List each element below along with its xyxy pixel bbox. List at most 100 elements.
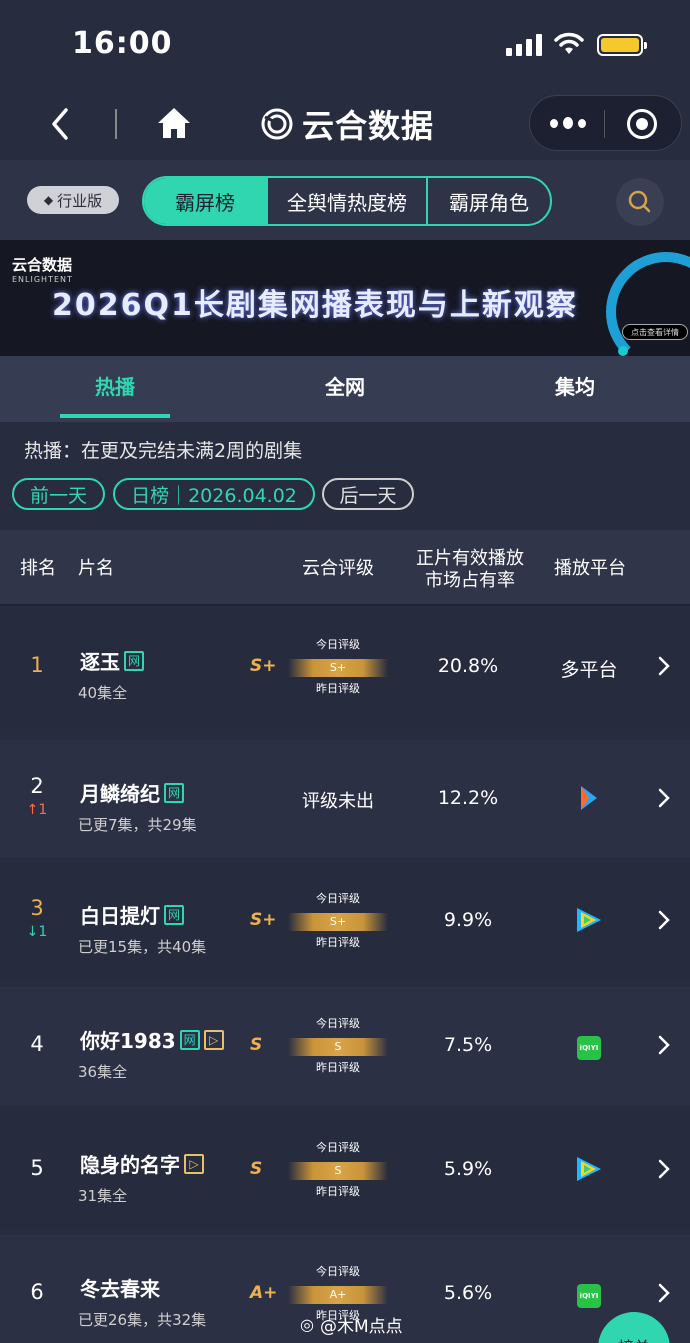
- rank-number: 2: [30, 774, 44, 798]
- home-icon[interactable]: [155, 104, 193, 142]
- exclusive-play-icon: ▷: [203, 1029, 224, 1050]
- chevron-right-icon[interactable]: [654, 786, 674, 810]
- ranking-description: 热播：在更及完结未满2周的剧集: [24, 440, 303, 462]
- drama-title-text: 冬去春来: [80, 1277, 160, 1301]
- chevron-right-icon[interactable]: [654, 1281, 674, 1305]
- yunhe-logo-icon: [261, 108, 293, 140]
- chevron-right-icon[interactable]: [654, 1033, 674, 1057]
- rating-grade: S: [250, 1035, 263, 1055]
- rating-bar: S+: [288, 913, 388, 931]
- yesterday-rating-label: 昨日评级: [316, 936, 360, 949]
- chevron-right-icon[interactable]: [654, 1157, 674, 1181]
- tencent-video-icon: [545, 1155, 633, 1188]
- nav-bar: 云合数据: [0, 88, 690, 160]
- yesterday-rating-label: 昨日评级: [316, 682, 360, 695]
- today-rating-label: 今日评级: [316, 1141, 360, 1154]
- table-row[interactable]: 4 你好1983 网 ▷ 36集全 S 今日评级 S 昨日评级 7.5% iQIYI: [0, 987, 690, 1105]
- rating-gauge: 今日评级 S 昨日评级: [288, 1139, 388, 1201]
- drama-title: 逐玉网: [80, 646, 144, 675]
- next-day-button[interactable]: 后一天: [322, 478, 414, 510]
- drama-title: 你好1983 网 ▷: [80, 1025, 224, 1054]
- banner-title: 2026Q1长剧集网播表现与上新观察: [52, 288, 578, 323]
- rating-grade: S+: [250, 656, 277, 676]
- tab-all-network[interactable]: 全网: [230, 356, 460, 422]
- yesterday-rating-label: 昨日评级: [316, 1061, 360, 1074]
- header-rank: 排名: [20, 558, 56, 579]
- rank-number: 4: [30, 1032, 44, 1056]
- prev-day-button[interactable]: 前一天: [12, 478, 105, 510]
- tab-per-episode[interactable]: 集均: [460, 356, 690, 422]
- segment-dominant-role[interactable]: 霸屏角色: [428, 178, 550, 224]
- weibo-watermark: ◎ @木M点点: [300, 1315, 403, 1337]
- chevron-right-icon[interactable]: [654, 654, 674, 678]
- banner-dot: [618, 346, 628, 356]
- table-row[interactable]: 3 ↓1 白日提灯网已更15集，共40集 S+ 今日评级 S+ 昨日评级 9.9%: [0, 862, 690, 980]
- market-share-value: 5.6%: [443, 1282, 493, 1304]
- back-icon[interactable]: [46, 106, 76, 142]
- episode-info: 已更26集，共32集: [78, 1311, 207, 1329]
- search-icon: [628, 190, 651, 213]
- rating-bar: S: [288, 1162, 388, 1180]
- industry-version-button[interactable]: ◆ 行业版: [27, 186, 119, 214]
- ranking-tabs: 热播 全网 集均: [0, 356, 690, 422]
- market-share-value: 9.9%: [443, 909, 493, 931]
- market-share-value: 20.8%: [437, 655, 499, 677]
- yesterday-rating-label: 昨日评级: [316, 1185, 360, 1198]
- drama-title-text: 月鳞绮纪: [80, 782, 160, 806]
- exclusive-play-icon: ▷: [184, 1153, 204, 1174]
- drama-title-text: 你好1983: [80, 1029, 176, 1053]
- header-title: 片名: [78, 558, 114, 579]
- tab-hot[interactable]: 热播: [0, 356, 230, 422]
- segment-screen-dominance[interactable]: 霸屏榜: [144, 178, 268, 224]
- industry-version-label: 行业版: [57, 191, 103, 210]
- market-share-value: 7.5%: [443, 1034, 493, 1056]
- web-drama-tag: 网: [179, 1029, 200, 1050]
- rank-number: 1: [30, 653, 44, 677]
- episode-info: 31集全: [78, 1187, 128, 1205]
- search-button[interactable]: [616, 178, 664, 226]
- status-time: 16:00: [72, 26, 173, 61]
- header-rating: 云合评级: [302, 558, 374, 579]
- miniprogram-capsule: [529, 95, 682, 151]
- table-row[interactable]: 2 ↑1 月鳞绮纪网已更7集，共29集 评级未出 12.2%: [0, 740, 690, 858]
- web-drama-tag: 网: [124, 650, 144, 671]
- episode-info: 已更7集，共29集: [78, 816, 197, 834]
- rating-gauge: 今日评级 S+ 昨日评级: [288, 890, 388, 952]
- today-rating-label: 今日评级: [316, 638, 360, 651]
- table-header: 排名 片名 云合评级 正片有效播放 市场占有率 播放平台: [0, 530, 690, 606]
- diamond-icon: ◆: [43, 193, 54, 207]
- table-row[interactable]: 1 逐玉网 40集全 S+ 今日评级 S+ 昨日评级 20.8% 多平台: [0, 608, 690, 726]
- chevron-right-icon[interactable]: [654, 908, 674, 932]
- drama-title: 隐身的名字 ▷: [80, 1149, 204, 1178]
- rank-number: 6: [30, 1280, 44, 1304]
- table-row[interactable]: 5 隐身的名字 ▷ 31集全 S 今日评级 S 昨日评级 5.9%: [0, 1111, 690, 1229]
- segment-public-opinion[interactable]: 全舆情热度榜: [268, 178, 428, 224]
- ranking-type-segment: 霸屏榜 全舆情热度榜 霸屏角色: [142, 176, 552, 226]
- drama-title-text: 隐身的名字: [80, 1153, 180, 1177]
- web-drama-tag: 网: [164, 904, 184, 925]
- rating-gauge: 今日评级 S+ 昨日评级: [288, 636, 388, 698]
- market-share-value: 5.9%: [443, 1158, 493, 1180]
- nav-title: 云合数据: [260, 102, 434, 146]
- rating-gauge: 今日评级 S 昨日评级: [288, 1015, 388, 1077]
- youku-icon: [545, 784, 633, 817]
- rank-number: 5: [30, 1156, 44, 1180]
- rating-pending: 评级未出: [302, 791, 374, 812]
- drama-title-text: 逐玉: [80, 650, 120, 674]
- tencent-video-icon: [545, 906, 633, 939]
- close-miniprogram-icon[interactable]: [627, 109, 657, 139]
- web-drama-tag: 网: [164, 782, 184, 803]
- rank-number: 3: [30, 896, 44, 920]
- nav-divider: [115, 109, 117, 139]
- wifi-icon: [554, 32, 584, 54]
- battery-icon: [597, 34, 647, 56]
- promo-banner[interactable]: 云合数据 ENLIGHTENT 2026Q1长剧集网播表现与上新观察 点击查看详…: [0, 240, 690, 356]
- banner-detail-button[interactable]: 点击查看详情: [622, 324, 688, 340]
- rank-down-indicator: ↓1: [26, 924, 48, 940]
- more-icon[interactable]: [550, 112, 586, 134]
- rating-bar: S: [288, 1038, 388, 1056]
- banner-ring-decoration: [606, 252, 690, 356]
- drama-title: 白日提灯网: [80, 900, 184, 929]
- signal-icon: [506, 34, 542, 56]
- date-selector[interactable]: 日榜｜2026.04.02: [113, 478, 315, 510]
